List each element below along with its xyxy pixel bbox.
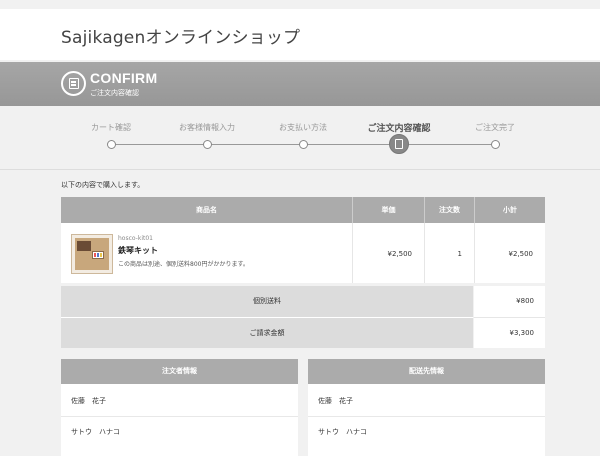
divider	[0, 169, 600, 170]
banner-subtitle: ご注文内容確認	[90, 89, 139, 97]
product-name[interactable]: 鉄琴キット	[118, 245, 158, 256]
product-cell: hosco-kit01 鉄琴キット この商品は別途、個別送料800円がかかります…	[61, 223, 352, 283]
banner-title: CONFIRM	[90, 70, 158, 86]
header-product: 商品名	[61, 197, 352, 223]
subtotal: ¥2,500	[508, 250, 534, 258]
step-label: ご注文内容確認	[367, 124, 431, 134]
shipping-value: ¥800	[474, 286, 545, 317]
site-header: Sajikagenオンラインショップ	[0, 9, 600, 60]
total-row: ご請求金額 ¥3,300	[61, 317, 545, 348]
table-row: hosco-kit01 鉄琴キット この商品は別途、個別送料800円がかかります…	[61, 223, 545, 283]
shipping-row: 個別送料 ¥800	[61, 286, 545, 317]
product-code: hosco-kit01	[118, 235, 153, 242]
checkout-steps: カート確認 お客様情報入力 お支払い方法 ご注文内容確認 ご注文完了	[0, 106, 600, 170]
current-step-document-icon	[389, 134, 409, 154]
shipping-info-title: 配送先情報	[308, 359, 545, 384]
step-label: お支払い方法	[279, 123, 327, 132]
step-label: ご注文完了	[475, 123, 515, 132]
product-note: この商品は別途、個別送料800円がかかります。	[118, 261, 249, 268]
step-label: カート確認	[91, 123, 131, 132]
step-label: お客様情報入力	[179, 123, 235, 132]
shop-title[interactable]: Sajikagenオンラインショップ	[61, 23, 300, 48]
orderer-kana: サトウ ハナコ	[71, 428, 120, 436]
unit-price-cell: ¥2,500	[352, 223, 424, 283]
document-icon	[61, 71, 86, 96]
qty-cell: 1	[424, 223, 474, 283]
quantity: 1	[457, 250, 462, 258]
step-dot	[299, 140, 308, 149]
subtotal-cell: ¥2,500	[474, 223, 545, 283]
shipping-name: 佐藤 花子	[318, 397, 353, 405]
orderer-info-panel: 注文者情報 佐藤 花子 サトウ ハナコ	[61, 359, 298, 456]
panel-divider	[61, 416, 298, 417]
panel-divider	[308, 416, 545, 417]
orderer-info-title: 注文者情報	[61, 359, 298, 384]
header-unit-price: 単価	[352, 197, 424, 223]
step-dot	[203, 140, 212, 149]
total-value: ¥3,300	[474, 317, 545, 348]
header-subtotal: 小計	[474, 197, 545, 223]
shipping-kana: サトウ ハナコ	[318, 428, 367, 436]
header-qty: 注文数	[424, 197, 474, 223]
total-label: ご請求金額	[61, 317, 473, 348]
step-dot	[107, 140, 116, 149]
product-image[interactable]	[71, 234, 113, 274]
orderer-name: 佐藤 花子	[71, 397, 106, 405]
unit-price: ¥2,500	[387, 250, 413, 258]
shipping-info-panel: 配送先情報 佐藤 花子 サトウ ハナコ	[308, 359, 545, 456]
confirm-banner: CONFIRM ご注文内容確認	[0, 62, 600, 106]
intro-text: 以下の内容で購入します。	[61, 181, 145, 189]
step-dot	[491, 140, 500, 149]
shipping-label: 個別送料	[61, 286, 473, 317]
